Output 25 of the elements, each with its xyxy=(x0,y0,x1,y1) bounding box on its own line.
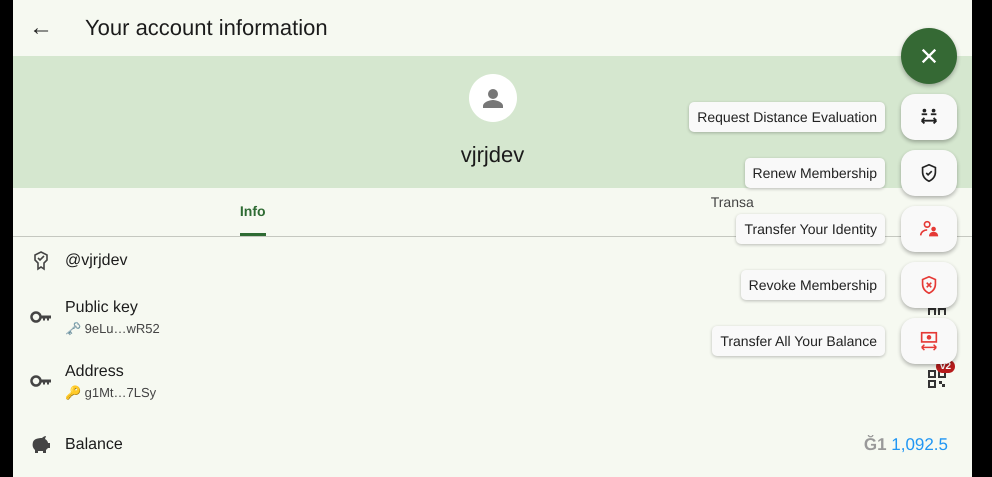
back-button[interactable]: ← xyxy=(26,14,56,42)
action-label: Revoke Membership xyxy=(740,270,885,300)
row-title: Public key xyxy=(65,298,139,316)
tab[interactable]: Info xyxy=(240,188,266,236)
row-value: 🗝 9eLu…wR52 xyxy=(65,320,161,336)
action-button[interactable] xyxy=(901,150,957,196)
qr-code-icon[interactable] xyxy=(928,370,946,388)
action-label: Renew Membership xyxy=(744,158,885,188)
page-title: Your account information xyxy=(85,15,328,41)
action-label: Request Distance Evaluation xyxy=(689,102,885,132)
row-title: Address xyxy=(65,362,125,380)
close-icon xyxy=(920,47,938,65)
action-label: Transfer Your Identity xyxy=(736,214,885,244)
profile-name: vjrjdev xyxy=(460,142,524,168)
action-button[interactable] xyxy=(901,94,957,140)
avatar-icon xyxy=(468,74,516,122)
balance-amount: Ğ1 1,092.5 xyxy=(864,435,948,455)
close-button[interactable] xyxy=(901,28,957,84)
row-title: Balance xyxy=(65,436,124,454)
tab[interactable]: Transa xyxy=(710,194,754,210)
row-value: 🔑 g1Mt…7LSy xyxy=(65,384,158,400)
action-label: Transfer All Your Balance xyxy=(712,326,885,356)
money-arrow-icon xyxy=(918,330,940,352)
qr-code-icon[interactable] xyxy=(928,308,946,315)
row-title: @vjrjdev xyxy=(65,252,128,270)
